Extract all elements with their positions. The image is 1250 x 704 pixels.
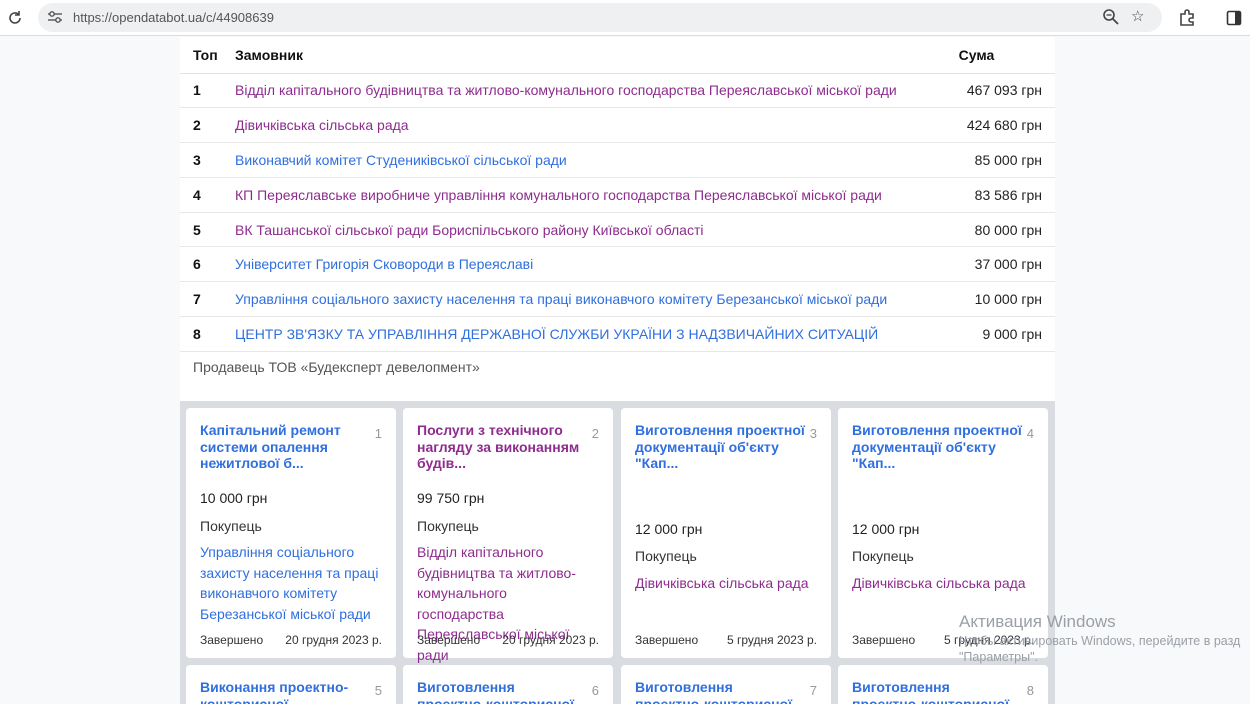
customer-link[interactable]: КП Переяславське виробниче управління ко… [235, 187, 882, 203]
tender-status: Завершено [200, 633, 264, 647]
side-panel-icon[interactable] [1222, 6, 1246, 30]
table-row: 8 ЦЕНТР ЗВ'ЯЗКУ ТА УПРАВЛІННЯ ДЕРЖАВНОЇ … [180, 316, 1055, 352]
row-rank: 6 [180, 246, 235, 283]
row-rank: 5 [180, 212, 235, 248]
browser-toolbar: https://opendatabot.ua/c/44908639 ☆ [0, 0, 1250, 36]
customer-link[interactable]: Управління соціального захисту населення… [235, 291, 887, 307]
table-row: 4 КП Переяславське виробниче управління … [180, 177, 1055, 213]
table-row: 2 Дівичківська сільська рада 424 680 грн [180, 107, 1055, 144]
header-rank: Топ [180, 37, 235, 74]
tender-card[interactable]: Виконання проектно-кошторисної 5 [186, 665, 396, 704]
extensions-icon[interactable] [1175, 6, 1199, 30]
header-customer: Замовник [235, 37, 959, 74]
tender-status: Завершено [635, 633, 699, 647]
watermark-settings: "Параметры". [959, 650, 1038, 664]
tender-amount: 12 000 грн [852, 521, 920, 537]
table-row: 5 ВК Ташанської сільської ради Бориспіль… [180, 212, 1055, 248]
tenders-grid: Капітальний ремонт системи опалення нежи… [180, 401, 1055, 704]
buyer-link[interactable]: Дівичківська сільська рада [852, 573, 1032, 594]
buyer-label: Покупець [417, 518, 479, 534]
tender-amount: 12 000 грн [635, 521, 703, 537]
seller-caption: Продавець ТОВ «Будексперт девелопмент» [193, 359, 480, 375]
buyer-label: Покупець [200, 518, 262, 534]
tender-card[interactable]: Виготовлення проектно-кошторисної 8 [838, 665, 1048, 704]
row-sum: 80 000 грн [958, 212, 1055, 248]
bookmark-star-icon[interactable]: ☆ [1131, 7, 1144, 25]
customer-link[interactable]: Університет Григорія Сковороди в Переясл… [235, 256, 533, 272]
tender-card[interactable]: Виготовлення проектної документації об'є… [621, 408, 831, 658]
row-rank: 3 [180, 142, 235, 178]
tender-date: 20 грудня 2023 р. [285, 633, 382, 647]
buyer-link[interactable]: Управління соціального захисту населення… [200, 542, 380, 624]
row-sum: 85 000 грн [958, 142, 1055, 178]
customer-link[interactable]: ВК Ташанської сільської ради Бориспільсь… [235, 222, 703, 238]
watermark-title: Активация Windows [959, 612, 1116, 631]
table-row: 1 Відділ капітального будівництва та жит… [180, 73, 1055, 109]
buyer-link[interactable]: Дівичківська сільська рада [635, 573, 815, 594]
tender-index: 4 [1026, 426, 1034, 441]
row-rank: 2 [180, 107, 235, 144]
url-text[interactable]: https://opendatabot.ua/c/44908639 [73, 10, 274, 25]
top-customers-table: Топ Замовник Сума 1 Відділ капітального … [180, 37, 1055, 352]
customer-link[interactable]: ЦЕНТР ЗВ'ЯЗКУ ТА УПРАВЛІННЯ ДЕРЖАВНОЇ СЛ… [235, 326, 878, 342]
header-sum: Сума [958, 37, 1055, 74]
tender-card[interactable]: Виготовлення проектно-кошторисної 7 [621, 665, 831, 704]
tender-title-link[interactable]: Виготовлення проектно-кошторисної [852, 679, 1022, 704]
tender-title-link[interactable]: Виготовлення проектної документації об'є… [852, 422, 1022, 472]
tender-status: Завершено [852, 633, 916, 647]
tender-index: 7 [809, 683, 817, 698]
tender-index: 8 [1026, 683, 1034, 698]
tender-amount: 10 000 грн [200, 490, 268, 506]
tender-card[interactable]: Капітальний ремонт системи опалення нежи… [186, 408, 396, 658]
customer-link[interactable]: Виконавчий комітет Студениківської сільс… [235, 152, 567, 168]
tender-index: 5 [374, 683, 382, 698]
tender-date: 20 грудня 2023 р. [502, 633, 599, 647]
row-sum: 9 000 грн [958, 316, 1055, 352]
tender-date: 5 грудня 2023 р. [726, 633, 817, 647]
reload-icon[interactable] [3, 6, 27, 30]
table-row: 3 Виконавчий комітет Студениківської сіл… [180, 142, 1055, 178]
table-row: 6 Університет Григорія Сковороди в Перея… [180, 246, 1055, 283]
row-rank: 4 [180, 177, 235, 213]
tender-title-link[interactable]: Виготовлення проектно-кошторисної [417, 679, 587, 704]
buyer-label: Покупець [635, 548, 697, 564]
tender-index: 2 [591, 426, 599, 441]
tender-card[interactable]: Виготовлення проектно-кошторисної 6 [403, 665, 613, 704]
tender-title-link[interactable]: Капітальний ремонт системи опалення нежи… [200, 422, 370, 472]
tender-index: 3 [809, 426, 817, 441]
row-rank: 7 [180, 281, 235, 318]
tender-amount: 99 750 грн [417, 490, 485, 506]
customer-link[interactable]: Дівичківська сільська рада [235, 117, 409, 133]
site-settings-icon[interactable] [46, 8, 64, 26]
tender-index: 1 [374, 426, 382, 441]
row-sum: 467 093 грн [958, 73, 1055, 109]
table-row: 7 Управління соціального захисту населен… [180, 281, 1055, 318]
tender-status: Завершено [417, 633, 481, 647]
page-content: Топ Замовник Сума 1 Відділ капітального … [180, 37, 1055, 704]
tender-index: 6 [591, 683, 599, 698]
address-bar[interactable]: https://opendatabot.ua/c/44908639 ☆ [38, 3, 1162, 32]
tender-title-link[interactable]: Виконання проектно-кошторисної [200, 679, 370, 704]
customer-link[interactable]: Відділ капітального будівництва та житло… [235, 82, 897, 98]
windows-activation-watermark: Активация Windows Чтобы активировать Win… [959, 612, 1240, 664]
tender-card[interactable]: Послуги з технічного нагляду за виконанн… [403, 408, 613, 663]
zoom-icon[interactable] [1102, 8, 1120, 31]
row-sum: 37 000 грн [958, 246, 1055, 283]
buyer-label: Покупець [852, 548, 914, 564]
row-rank: 8 [180, 316, 235, 352]
row-sum: 83 586 грн [958, 177, 1055, 213]
table-header-row: Топ Замовник Сума [180, 37, 1055, 74]
tender-title-link[interactable]: Виготовлення проектно-кошторисної [635, 679, 805, 704]
tender-title-link[interactable]: Послуги з технічного нагляду за виконанн… [417, 422, 587, 472]
row-sum: 424 680 грн [958, 107, 1055, 144]
tender-title-link[interactable]: Виготовлення проектної документації об'є… [635, 422, 805, 472]
row-rank: 1 [180, 73, 235, 109]
watermark-text: Чтобы активировать Windows, перейдите в … [959, 634, 1241, 648]
row-sum: 10 000 грн [958, 281, 1055, 318]
